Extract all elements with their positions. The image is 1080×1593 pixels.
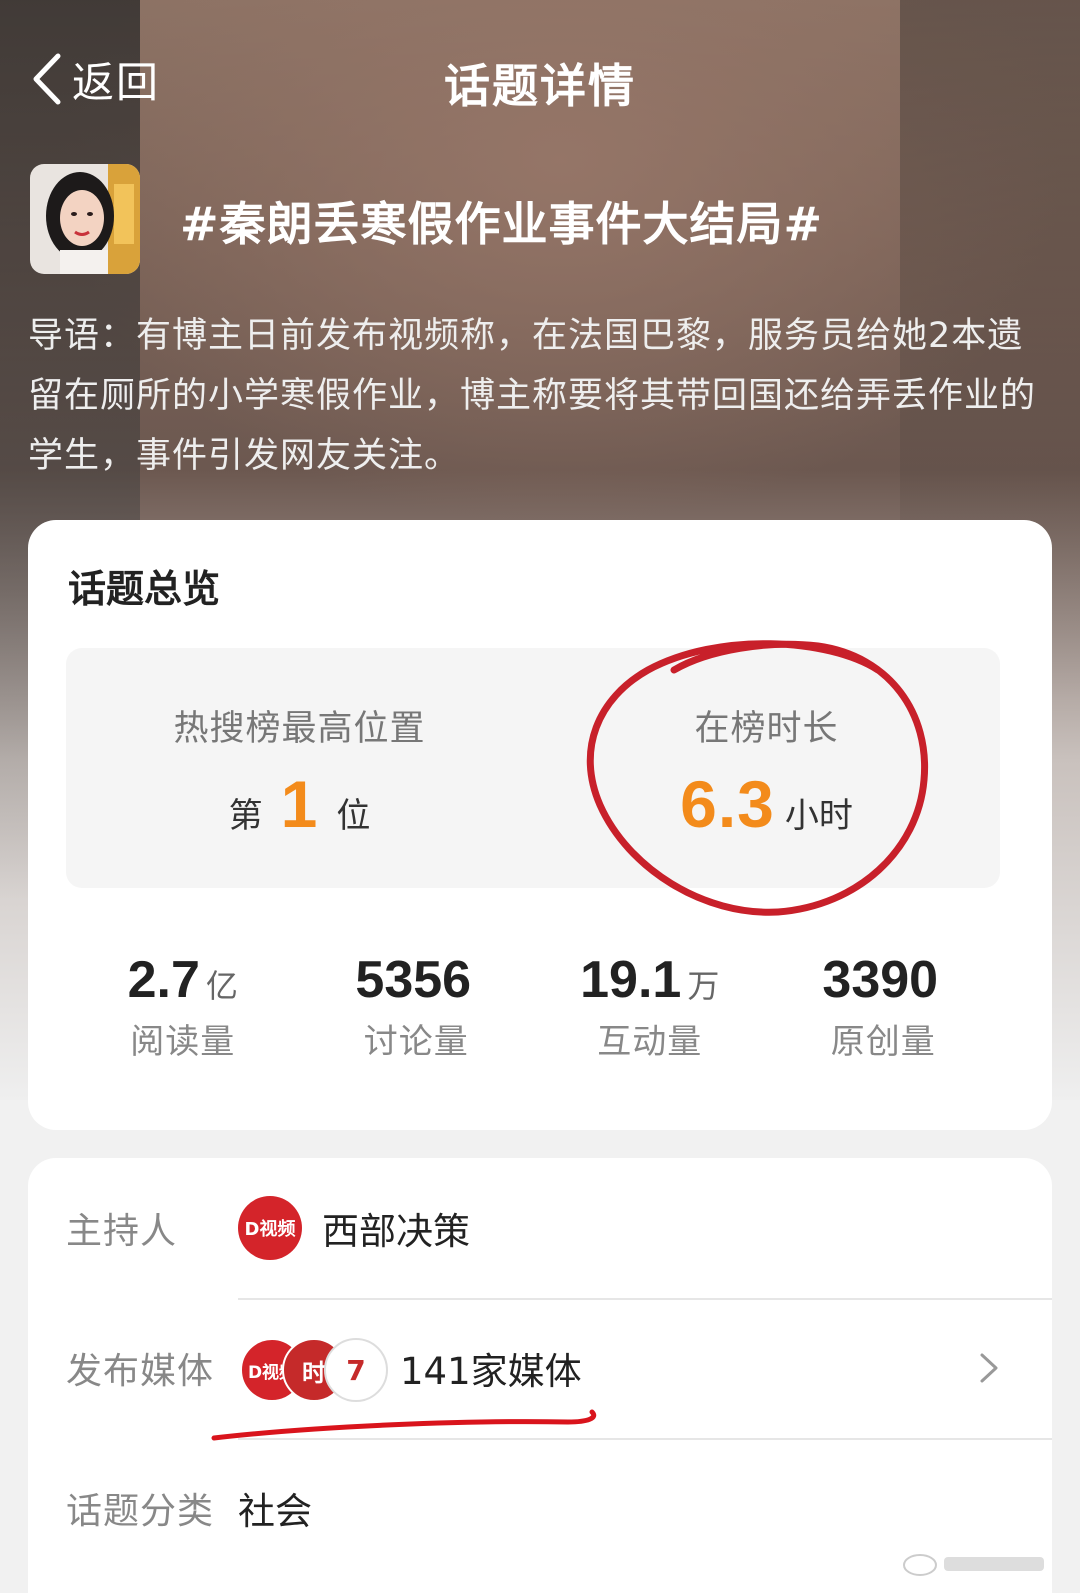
- stat-interactions: 19.1 万 互动量: [533, 950, 767, 1070]
- stat-discussions: 5356 讨论量: [300, 950, 534, 1070]
- category-label: 话题分类: [66, 1491, 215, 1532]
- media-logo: 7: [324, 1338, 388, 1402]
- peak-rank-prefix: 第: [228, 796, 263, 836]
- stat-original-label: 原创量: [830, 1022, 936, 1062]
- circle-annotation: [586, 640, 929, 916]
- host-row[interactable]: 主持人 D视频 西部决策: [66, 1158, 1000, 1298]
- peak-rank-value: 1: [280, 767, 319, 841]
- media-row[interactable]: 发布媒体 D视频 时 7 141家媒体: [66, 1298, 1000, 1441]
- host-name[interactable]: 西部决策: [322, 1201, 470, 1255]
- media-logos: D视频 时 7: [240, 1338, 390, 1402]
- stat-discussions-label: 讨论量: [363, 1022, 469, 1062]
- peak-rank: 热搜榜最高位置 第 1 位: [66, 648, 533, 888]
- stats-row: 2.7 亿 阅读量 5356 讨论量 19.1 万 互动量 3390 原创量: [66, 950, 1000, 1070]
- stat-original-value: 3390: [822, 951, 939, 1009]
- chevron-right-icon[interactable]: [978, 1351, 1000, 1385]
- stat-reads: 2.7 亿 阅读量: [66, 950, 300, 1070]
- watermark-logo: [903, 1554, 1044, 1576]
- topic-avatar: [30, 164, 140, 274]
- stat-interactions-label: 互动量: [597, 1022, 703, 1062]
- info-card: 主持人 D视频 西部决策 发布媒体 D视频 时 7 141家媒体 话题分类 社会: [28, 1158, 1052, 1593]
- host-logo: D视频: [238, 1196, 302, 1260]
- host-logo-text: D视频: [244, 1219, 296, 1240]
- stat-reads-label: 阅读量: [130, 1022, 236, 1062]
- topic-intro: 导语：有博主日前发布视频称，在法国巴黎，服务员给她2本遗留在厕所的小学寒假作业，…: [28, 316, 1037, 476]
- overview-card: 话题总览 热搜榜最高位置 第 1 位 在榜时长 6.3 小时 2.7 亿 阅读量 …: [28, 520, 1052, 1130]
- peak-rank-label: 热搜榜最高位置: [173, 709, 426, 749]
- stat-discussions-value: 5356: [355, 951, 472, 1009]
- overview-title: 话题总览: [68, 567, 221, 611]
- media-label: 发布媒体: [66, 1351, 215, 1392]
- media-count: 141家媒体: [400, 1350, 582, 1393]
- stat-reads-value: 2.7: [127, 951, 200, 1009]
- stat-original: 3390 原创量: [767, 950, 1001, 1070]
- host-label: 主持人: [66, 1211, 178, 1252]
- stat-reads-unit: 亿: [205, 967, 238, 1005]
- page-title: 话题详情: [444, 59, 636, 113]
- category-value[interactable]: 社会: [238, 1481, 312, 1535]
- stat-interactions-value: 19.1: [580, 951, 682, 1009]
- stat-interactions-unit: 万: [687, 967, 720, 1005]
- category-row: 话题分类 社会: [66, 1438, 1000, 1578]
- peak-rank-suffix: 位: [336, 796, 371, 836]
- topic-name: #秦朗丢寒假作业事件大结局#: [180, 197, 824, 251]
